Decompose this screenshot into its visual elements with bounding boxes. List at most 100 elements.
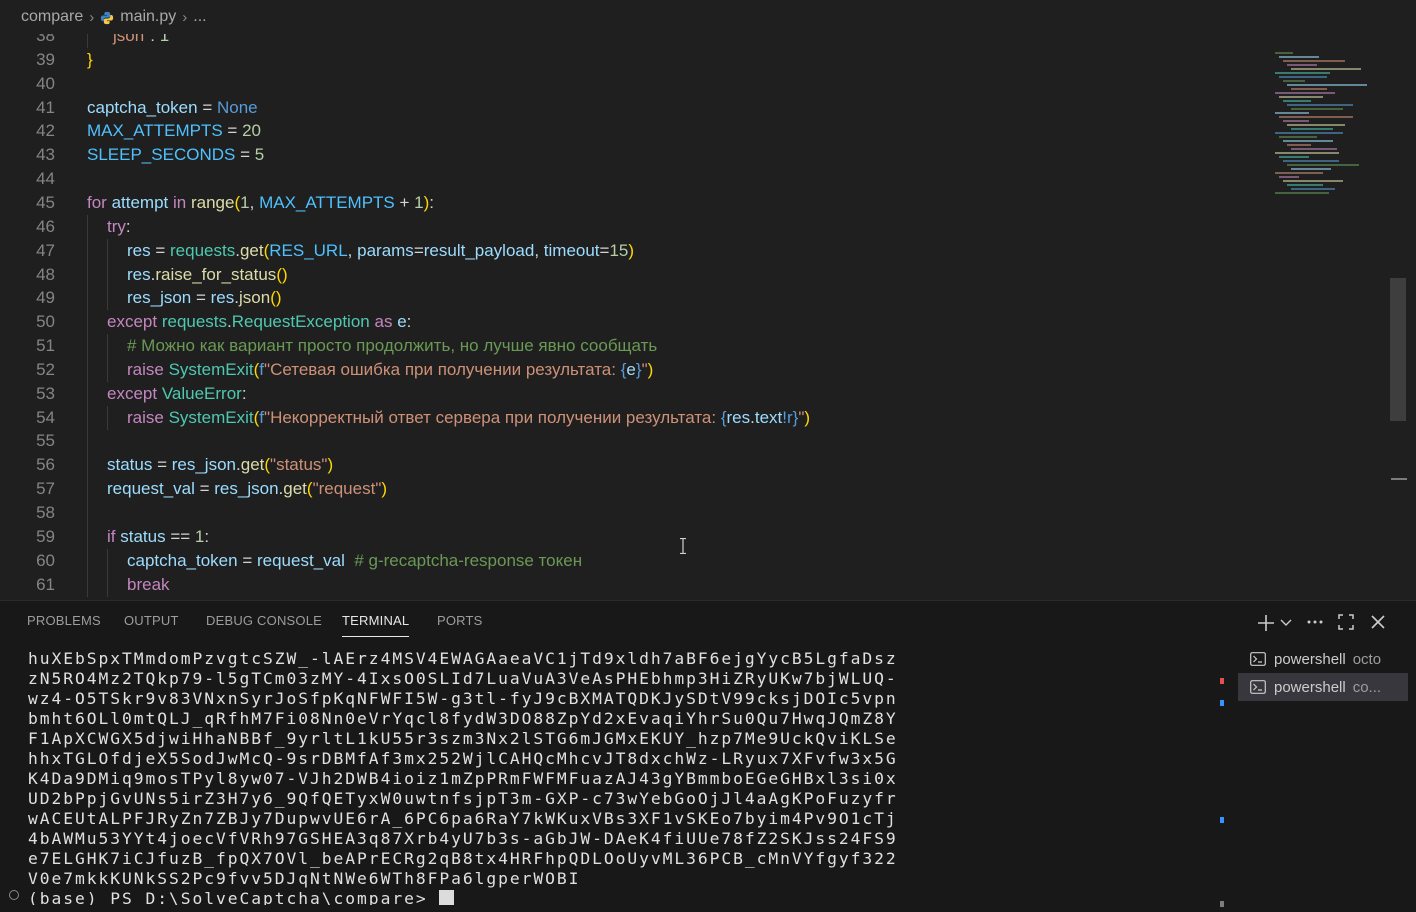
minimap-line bbox=[1279, 116, 1353, 118]
code-token: () bbox=[270, 288, 282, 308]
code-line[interactable]: 45 for attempt in range(1, MAX_ATTEMPTS +… bbox=[0, 191, 1270, 215]
panel-tabs: PROBLEMS OUTPUT DEBUG CONSOLE TERMINAL P… bbox=[0, 601, 1416, 641]
editor-scrollbar-thumb[interactable] bbox=[1390, 278, 1406, 421]
code-token: "request" bbox=[312, 479, 382, 499]
code-token: break bbox=[127, 574, 170, 594]
code-token: = bbox=[235, 145, 255, 165]
minimap-line bbox=[1287, 164, 1359, 166]
code-token: = bbox=[237, 550, 257, 570]
tab-debug-console[interactable]: DEBUG CONSOLE bbox=[206, 613, 322, 628]
code-line[interactable]: 43 SLEEP_SECONDS = 5 bbox=[0, 143, 1270, 167]
code-line[interactable]: 60 captcha_token = request_val # g-recapt… bbox=[0, 548, 1270, 573]
code-line[interactable]: 52 raise SystemExit(f"Сетевая ошибка при … bbox=[0, 357, 1270, 382]
code-line[interactable]: 53 except ValueError: bbox=[0, 381, 1270, 406]
code-line[interactable]: 51 # Можно как вариант просто продолжить,… bbox=[0, 334, 1270, 359]
code-token: = bbox=[194, 479, 215, 499]
code-token: 1 bbox=[240, 192, 250, 212]
code-token: ) bbox=[647, 359, 654, 379]
indent-guide bbox=[107, 286, 108, 311]
terminal-line: F1ApXCWGX5djwiHhaNBBf_9yrltL1kU55r3szm3N… bbox=[28, 729, 1218, 749]
code-token: = bbox=[222, 121, 243, 141]
code-line[interactable]: 55 bbox=[0, 429, 1270, 454]
tab-problems[interactable]: PROBLEMS bbox=[27, 613, 101, 628]
code-line[interactable]: 47 res = requests.get(RES_URL, params=res… bbox=[0, 238, 1270, 263]
indent-guide bbox=[87, 429, 88, 454]
chevron-down-icon[interactable] bbox=[1280, 618, 1292, 628]
code-token: MAX_ATTEMPTS bbox=[259, 192, 395, 212]
line-number: 56 bbox=[36, 455, 55, 475]
terminal-item[interactable]: powershell octo bbox=[1238, 645, 1408, 673]
code-line[interactable]: 44 bbox=[0, 167, 1270, 191]
tab-terminal[interactable]: TERMINAL bbox=[342, 613, 410, 637]
more-actions-icon[interactable] bbox=[1306, 619, 1324, 625]
breadcrumb-file[interactable]: main.py bbox=[120, 8, 176, 26]
breadcrumb-folder[interactable]: compare bbox=[21, 8, 83, 26]
scrollbar-marker bbox=[1220, 700, 1224, 706]
minimap-line bbox=[1287, 84, 1367, 86]
code-line[interactable]: 41 captcha_token = None bbox=[0, 96, 1270, 120]
terminal-line: V0e7mkkKUNkSS2Pc9fvv5DJqNtNWe6WTh8FPa6lg… bbox=[28, 869, 1218, 889]
code-line[interactable]: 56 status = res_json.get("status") bbox=[0, 453, 1270, 478]
code-line[interactable]: 40 bbox=[0, 72, 1270, 96]
code-text: captcha_token = None bbox=[87, 96, 258, 120]
minimap-line bbox=[1291, 148, 1337, 150]
terminal-line: bmht6OLl0mtQLJ_qRfhM7Fi08Nn0eVrYqcl8fydW… bbox=[28, 709, 1218, 729]
command-status-icon[interactable] bbox=[9, 890, 19, 900]
minimap-line bbox=[1275, 92, 1335, 94]
code-token: in bbox=[173, 192, 187, 212]
code-line[interactable]: 42 MAX_ATTEMPTS = 20 bbox=[0, 119, 1270, 143]
code-line[interactable]: 54 raise SystemExit(f"Некорректный ответ … bbox=[0, 405, 1270, 430]
code-token: res bbox=[210, 288, 235, 308]
scrollbar-marker bbox=[1220, 901, 1224, 907]
code-line[interactable]: 49 res_json = res.json() bbox=[0, 286, 1270, 311]
minimap-line bbox=[1275, 152, 1339, 154]
terminal-text: wz4-O5TSkr9v83VNxnSyrJoSfpKqNFWFI5W-g3tl… bbox=[28, 689, 898, 708]
minimap[interactable] bbox=[1275, 52, 1385, 202]
code-token: res bbox=[127, 240, 151, 260]
indent-guide bbox=[107, 238, 108, 263]
code-line[interactable]: 39} bbox=[0, 48, 1270, 72]
terminal-icon bbox=[1250, 680, 1266, 694]
maximize-panel-icon[interactable] bbox=[1337, 613, 1355, 631]
tab-output[interactable]: OUTPUT bbox=[124, 613, 179, 628]
close-panel-icon[interactable] bbox=[1370, 614, 1386, 630]
code-line[interactable]: 50 except requests.RequestException as e: bbox=[0, 310, 1270, 335]
tab-ports[interactable]: PORTS bbox=[437, 613, 483, 628]
code-token: # g-recaptcha-response токен bbox=[354, 550, 583, 570]
code-text: break bbox=[127, 573, 170, 597]
line-number: 54 bbox=[36, 407, 55, 427]
minimap-line bbox=[1287, 104, 1353, 106]
code-token: for bbox=[87, 192, 107, 212]
code-token: ) bbox=[381, 479, 388, 499]
terminal-prompt: (base) PS D:\SolveCaptcha\compare> bbox=[28, 889, 1218, 905]
code-token: SLEEP_SECONDS bbox=[87, 145, 236, 165]
code-editor[interactable]: 38 "json": 1 39} 40 41 captcha_token = None 42… bbox=[0, 24, 1416, 600]
new-terminal-plus-icon[interactable] bbox=[1256, 613, 1276, 633]
terminal-output[interactable]: huXEbSpxTMmdomPzvgtcSZW_-lAErz4MSV4EWAGA… bbox=[28, 649, 1218, 905]
code-line[interactable]: 61 break bbox=[0, 572, 1270, 597]
code-token: SystemExit bbox=[168, 407, 254, 427]
terminal-item[interactable]: powershell co... bbox=[1238, 673, 1408, 701]
code-token: = bbox=[599, 240, 610, 260]
code-line[interactable]: 46 try: bbox=[0, 214, 1270, 239]
code-token: ) bbox=[804, 407, 811, 427]
code-token: 1 bbox=[194, 526, 205, 546]
code-line[interactable]: 59 if status == 1: bbox=[0, 524, 1270, 549]
code-line[interactable]: 58 bbox=[0, 501, 1270, 525]
line-number: 49 bbox=[36, 288, 55, 308]
code-token: if bbox=[107, 526, 116, 546]
code-token: raise_for_status bbox=[155, 264, 277, 284]
terminal-scrollbar[interactable] bbox=[1218, 645, 1226, 907]
breadcrumb-more[interactable]: ... bbox=[193, 8, 206, 26]
code-text: captcha_token = request_val # g-recaptch… bbox=[127, 549, 582, 573]
code-token: 20 bbox=[242, 121, 261, 141]
code-token: = bbox=[150, 240, 170, 260]
code-line[interactable]: 57 request_val = res_json.get("request") bbox=[0, 477, 1270, 502]
code-token: # Можно как вариант просто продолжить, н… bbox=[127, 336, 658, 356]
code-token: : bbox=[429, 192, 435, 212]
code-text: SLEEP_SECONDS = 5 bbox=[87, 143, 264, 167]
terminal-line: wACEUtALPFJRyZn7ZBJy7DupwvUE6rA_6PC6pa6R… bbox=[28, 809, 1218, 829]
code-line[interactable]: 48 res.raise_for_status() bbox=[0, 262, 1270, 287]
code-token: , bbox=[534, 240, 544, 260]
